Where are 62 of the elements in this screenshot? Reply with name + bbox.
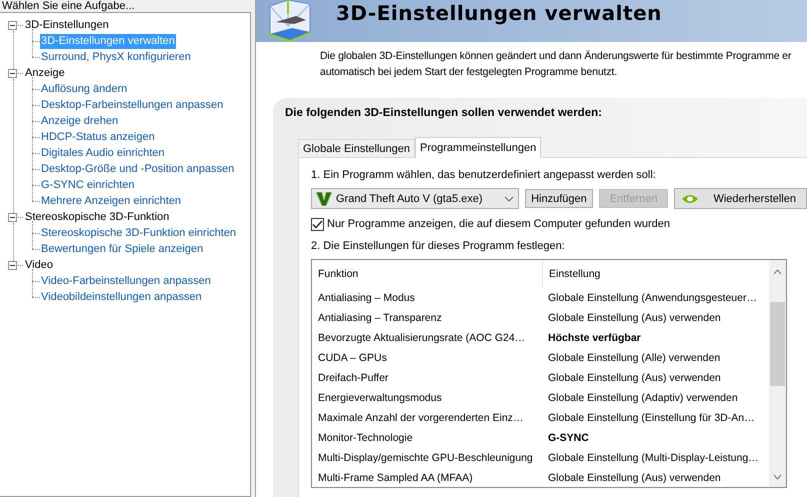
scrollbar[interactable] [769, 260, 786, 487]
table-cell-text: Globale Einstellung (Adaptiv) verwenden [547, 392, 738, 404]
checkbox[interactable] [311, 218, 324, 230]
collapse-icon[interactable] [8, 20, 17, 30]
tree-category[interactable]: Stereoskopische 3D-Funktion [25, 211, 170, 223]
checkbox-label: Nur Programme anzeigen, die auf diesem Computer gefunden wurden [327, 217, 670, 231]
collapse-icon[interactable] [8, 260, 17, 270]
table-cell-text: G-SYNC [547, 432, 589, 444]
column-header[interactable]: Einstellung [543, 260, 600, 288]
tree-item[interactable]: Auflösung ändern [40, 82, 128, 96]
tab[interactable]: Globale Einstellungen [298, 139, 416, 157]
scroll-down-icon[interactable] [773, 474, 782, 480]
restore-button[interactable]: Wiederherstellen [674, 188, 807, 209]
tab[interactable]: Programmeinstellungen [415, 137, 542, 158]
tree-item[interactable]: Anzeige drehen [40, 114, 120, 128]
page-title: 3D-Einstellungen verwalten [336, 1, 662, 25]
program-icon [316, 192, 332, 206]
tree-item[interactable]: Videobildeinstellungen anpassen [40, 290, 203, 304]
step-label: 2. Die Einstellungen für dieses Programm festlegen: [311, 239, 566, 253]
tree-category[interactable]: Anzeige [25, 67, 65, 79]
tree-item[interactable]: Desktop-Farbeinstellungen anpassen [40, 98, 224, 112]
tree-item[interactable]: Desktop-Größe und -Position anpassen [40, 162, 236, 176]
eye-icon [681, 192, 700, 204]
table-cell-text: Höchste verfügbar [547, 332, 641, 344]
chevron-down-icon [504, 196, 514, 202]
table-cell-text: Globale Einstellung (Aus) verwenden [547, 372, 721, 384]
task-pane-title: Wählen Sie eine Aufgabe... [1, 0, 136, 12]
tree-item[interactable]: Bewertungen für Spiele anzeigen [40, 242, 204, 256]
table-cell-text: Antialiasing – Transparenz [317, 312, 443, 324]
table-cell-text: Dreifach-Puffer [317, 372, 390, 384]
tree-item[interactable]: Stereoskopische 3D-Funktion einrichten [40, 226, 238, 240]
table-cell-text: Antialiasing – Modus [317, 292, 416, 304]
table-cell-text: Globale Einstellung (Aus) verwenden [547, 472, 721, 484]
table-cell-text: Maximale Anzahl der vorgerenderten Einz… [317, 412, 524, 424]
table-cell-text: Energieverwaltungsmodus [317, 392, 443, 404]
table-cell-text: Globale Einstellung (Anwendungsgesteuer… [547, 292, 757, 304]
table-cell-text: Monitor-Technologie [317, 432, 414, 444]
tree-category[interactable]: Video [25, 259, 53, 271]
scroll-up-icon[interactable] [773, 269, 782, 275]
panel-heading: Die folgenden 3D-Einstellungen sollen verwendet werden: [285, 106, 603, 120]
collapse-icon[interactable] [8, 212, 17, 222]
program-dropdown[interactable]: Grand Theft Auto V (gta5.exe) [311, 188, 520, 209]
step-label: 1. Ein Programm wählen, das benutzerdefiniert angepasst werden soll: [311, 168, 657, 182]
table-cell-text: CUDA – GPUs [317, 352, 388, 364]
column-header[interactable]: Funktion [312, 260, 543, 288]
action-button[interactable]: Hinzufügen [525, 189, 593, 208]
tree-item[interactable]: Digitales Audio einrichten [40, 146, 166, 160]
tree-item[interactable]: Surround, PhysX konfigurieren [40, 50, 192, 64]
tree-category[interactable]: 3D-Einstellungen [25, 19, 109, 31]
tree-item[interactable]: Mehrere Anzeigen einrichten [40, 194, 182, 208]
table-cell-text: Globale Einstellung (Multi-Display-Leistung… [547, 452, 759, 464]
table-cell-text: Globale Einstellung (Alle) verwenden [547, 352, 720, 364]
table-cell-text: Multi-Frame Sampled AA (MFAA) [317, 472, 474, 484]
table-cell-text: Globale Einstellung (Aus) verwenden [547, 312, 721, 324]
tree-item[interactable]: G-SYNC einrichten [40, 178, 136, 192]
table-cell-text: Multi-Display/gemischte GPU-Beschleunigung [317, 452, 534, 464]
tree-item[interactable]: HDCP-Status anzeigen [40, 130, 156, 144]
description: Die globalen 3D-Einstellungen können geändert und dann Änderungswerte für bestimmte Programme er automatisch bei jedem Start der festgelegten Programme benutzt. [320, 49, 792, 80]
tree-item[interactable]: Video-Farbeinstellungen anpassen [40, 274, 212, 288]
table-cell-text: Globale Einstellung (Einstellung für 3D-An… [547, 412, 755, 424]
collapse-icon[interactable] [8, 68, 17, 78]
table-cell-text: Bevorzugte Aktualisierungsrate (AOC G24… [317, 332, 526, 344]
